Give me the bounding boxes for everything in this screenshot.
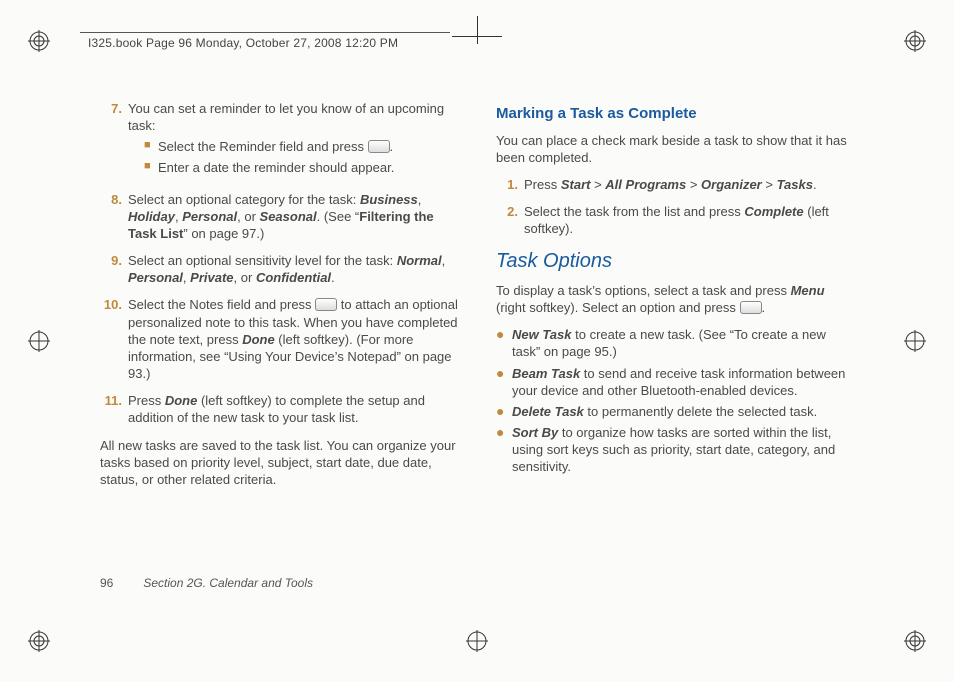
step-number: 2. [496, 203, 524, 237]
body-text: ” on page 97.) [183, 226, 264, 241]
step-number: 1. [496, 176, 524, 193]
square-bullet-icon: ■ [144, 159, 158, 176]
page-number: 96 [100, 576, 140, 590]
body-text: (right softkey). Select an option and pr… [496, 300, 740, 315]
list-item: 9. Select an optional sensitivity level … [100, 252, 458, 286]
list-item: 10. Select the Notes field and press to … [100, 296, 458, 382]
body-text: to permanently delete the selected task. [584, 404, 817, 419]
body-text: . [390, 139, 394, 154]
list-item: 2. Select the task from the list and pre… [496, 203, 854, 237]
body-text: > [686, 177, 701, 192]
body-text: . [331, 270, 335, 285]
body-text: , or [237, 209, 259, 224]
term: Personal [182, 209, 237, 224]
page-footer: 96 Section 2G. Calendar and Tools [100, 576, 313, 590]
step-number: 7. [100, 100, 128, 181]
term: Business [360, 192, 418, 207]
body-text: Select the task from the list and press [524, 204, 744, 219]
registration-mark-icon [466, 630, 488, 652]
list-item: 7. You can set a reminder to let you kno… [100, 100, 458, 181]
term: Beam Task [512, 366, 580, 381]
disc-bullet-icon: ● [496, 403, 512, 420]
term: Confidential [256, 270, 331, 285]
body-text: You can set a reminder to let you know o… [128, 101, 444, 133]
right-column: Marking a Task as Complete You can place… [496, 100, 854, 592]
term: Private [190, 270, 233, 285]
term: Holiday [128, 209, 175, 224]
page: I325.book Page 96 Monday, October 27, 20… [0, 0, 954, 682]
sub-item: ■ Enter a date the reminder should appea… [144, 159, 458, 176]
step-number: 8. [100, 191, 128, 242]
term: Menu [791, 283, 825, 298]
bullet-item: ● Sort By to organize how tasks are sort… [496, 424, 854, 475]
crop-header-text: I325.book Page 96 Monday, October 27, 20… [88, 36, 398, 50]
registration-mark-icon [28, 330, 50, 352]
bullet-item: ● Beam Task to send and receive task inf… [496, 365, 854, 399]
body-text: . (See “ [317, 209, 360, 224]
body-text: > [590, 177, 605, 192]
body-text: Enter a date the reminder should appear. [158, 159, 458, 176]
body-text: , or [234, 270, 256, 285]
body-text: . [813, 177, 817, 192]
left-column: 7. You can set a reminder to let you kno… [100, 100, 458, 592]
term: New Task [512, 327, 572, 342]
heading-marking-complete: Marking a Task as Complete [496, 104, 854, 124]
body-text: > [762, 177, 777, 192]
body-text: Select the Reminder field and press [158, 139, 368, 154]
body-text: . [762, 300, 766, 315]
term: Tasks [777, 177, 813, 192]
body-text: To display a task’s options, select a ta… [496, 283, 791, 298]
disc-bullet-icon: ● [496, 424, 512, 475]
term: Complete [744, 204, 803, 219]
registration-mark-icon [904, 630, 926, 652]
sub-item: ■ Select the Reminder field and press . [144, 138, 458, 155]
paragraph: You can place a check mark beside a task… [496, 132, 854, 166]
list-item: 11. Press Done (left softkey) to complet… [100, 392, 458, 426]
ok-key-icon [315, 298, 337, 311]
registration-mark-icon [904, 30, 926, 52]
registration-mark-icon [28, 630, 50, 652]
section-title: Section 2G. Calendar and Tools [143, 576, 313, 590]
bullet-item: ● Delete Task to permanently delete the … [496, 403, 854, 420]
body-text: Select the Notes field and press [128, 297, 315, 312]
paragraph: All new tasks are saved to the task list… [100, 437, 458, 488]
ok-key-icon [740, 301, 762, 314]
term: Delete Task [512, 404, 584, 419]
term: Sort By [512, 425, 558, 440]
list-item: 8. Select an optional category for the t… [100, 191, 458, 242]
disc-bullet-icon: ● [496, 326, 512, 360]
step-number: 9. [100, 252, 128, 286]
term: Organizer [701, 177, 762, 192]
body-text: Select an optional sensitivity level for… [128, 253, 397, 268]
body-text: , [442, 253, 446, 268]
body-text: , [418, 192, 422, 207]
disc-bullet-icon: ● [496, 365, 512, 399]
ok-key-icon [368, 140, 390, 153]
content-columns: 7. You can set a reminder to let you kno… [100, 100, 854, 592]
term: All Programs [605, 177, 686, 192]
header-rule [80, 32, 450, 33]
body-text: Press [128, 393, 165, 408]
body-text: Select an optional category for the task… [128, 192, 360, 207]
paragraph: To display a task’s options, select a ta… [496, 282, 854, 316]
step-number: 10. [100, 296, 128, 382]
term: Start [561, 177, 591, 192]
registration-mark-icon [904, 330, 926, 352]
body-text: to organize how tasks are sorted within … [512, 425, 835, 474]
term: Done [242, 332, 275, 347]
crop-mark-icon [452, 16, 502, 66]
term: Seasonal [260, 209, 317, 224]
list-item: 1. Press Start > All Programs > Organize… [496, 176, 854, 193]
registration-mark-icon [28, 30, 50, 52]
body-text: Press [524, 177, 561, 192]
bullet-item: ● New Task to create a new task. (See “T… [496, 326, 854, 360]
term: Done [165, 393, 198, 408]
heading-task-options: Task Options [496, 248, 854, 274]
square-bullet-icon: ■ [144, 138, 158, 155]
term: Personal [128, 270, 183, 285]
term: Normal [397, 253, 442, 268]
step-number: 11. [100, 392, 128, 426]
